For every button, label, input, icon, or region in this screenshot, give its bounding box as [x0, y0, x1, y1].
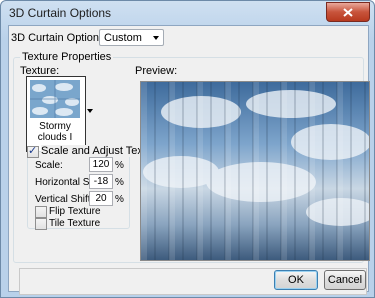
scale-unit: %	[115, 160, 124, 171]
ok-button[interactable]: OK	[274, 270, 318, 290]
curtain-options-select[interactable]: Custom	[99, 29, 164, 46]
preview-label: Preview:	[135, 65, 178, 77]
window-title: 3D Curtain Options	[9, 6, 112, 20]
curtain-options-label: 3D Curtain Options	[11, 32, 105, 44]
flip-texture-checkbox[interactable]	[35, 206, 47, 218]
horizontal-shift-input[interactable]: -18	[89, 174, 113, 189]
title-bar[interactable]: 3D Curtain Options	[1, 1, 374, 25]
vertical-shift-label: Vertical Shift:	[35, 194, 94, 205]
close-button[interactable]	[326, 2, 370, 22]
chevron-down-icon	[153, 36, 159, 40]
curtain-options-value: Custom	[104, 32, 142, 44]
vertical-shift-unit: %	[115, 194, 124, 205]
texture-thumbnail	[30, 80, 80, 118]
close-icon	[343, 7, 353, 17]
texture-properties-legend: Texture Properties	[20, 51, 114, 63]
texture-picker[interactable]: Stormy clouds I	[26, 76, 93, 152]
tile-texture-label: Tile Texture	[49, 218, 101, 229]
preview-image	[140, 81, 370, 261]
check-icon: ✓	[28, 145, 38, 157]
cancel-button[interactable]: Cancel	[324, 270, 366, 290]
texture-name: Stormy clouds I	[37, 121, 73, 143]
chevron-down-icon[interactable]	[87, 109, 93, 113]
dialog-content: 3D Curtain Options Custom Texture Proper…	[8, 25, 370, 295]
scale-adjust-checkbox[interactable]: ✓	[27, 145, 39, 158]
scale-label: Scale:	[35, 160, 63, 171]
dialog-window: 3D Curtain Options 3D Curtain Options Cu…	[0, 0, 375, 298]
horizontal-shift-unit: %	[115, 177, 124, 188]
tile-texture-checkbox[interactable]	[35, 218, 47, 230]
vertical-shift-input[interactable]: 20	[89, 191, 113, 206]
flip-texture-label: Flip Texture	[49, 206, 101, 217]
curtain-preview-graphic	[141, 82, 369, 260]
scale-input[interactable]: 120	[89, 157, 113, 172]
